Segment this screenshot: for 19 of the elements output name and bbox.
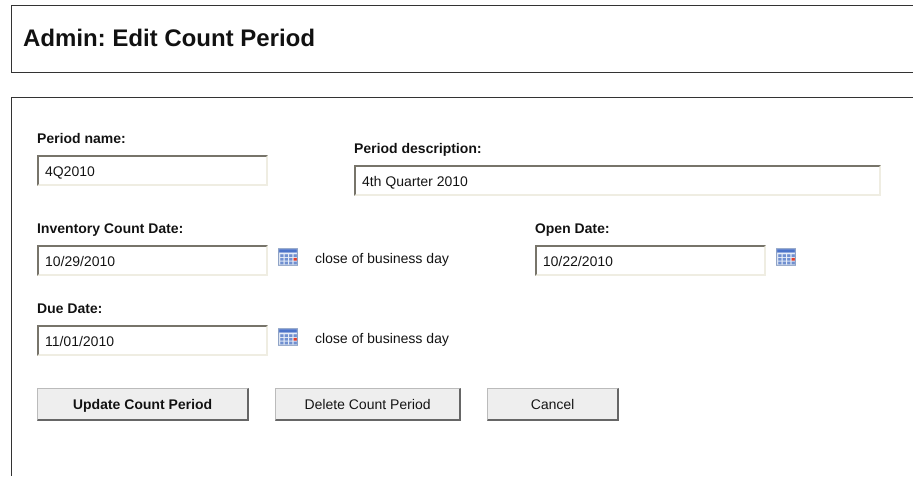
form-button[interactable]: Update Count Period bbox=[37, 388, 249, 421]
field-note: close of business day bbox=[315, 330, 449, 346]
date-field[interactable]: 10/29/2010 bbox=[37, 245, 268, 276]
field-label: Due Date: bbox=[37, 300, 104, 316]
page-title: Admin: Edit Count Period bbox=[23, 25, 315, 53]
calendar-icon[interactable] bbox=[776, 248, 796, 266]
calendar-icon[interactable] bbox=[278, 328, 298, 346]
date-field[interactable]: 10/22/2010 bbox=[534, 245, 766, 276]
field-label: Inventory Count Date: bbox=[37, 220, 184, 236]
form-button[interactable]: Delete Count Period bbox=[275, 388, 461, 421]
form-button[interactable]: Cancel bbox=[487, 388, 619, 421]
field-label: Period description: bbox=[354, 140, 483, 156]
field-label: Period name: bbox=[37, 130, 127, 146]
field-note: close of business day bbox=[315, 250, 449, 266]
text-field[interactable]: 4Q2010 bbox=[37, 155, 268, 186]
text-field[interactable]: 4th Quarter 2010 bbox=[354, 165, 881, 196]
field-label: Open Date: bbox=[534, 220, 611, 236]
date-field[interactable]: 11/01/2010 bbox=[37, 325, 268, 356]
calendar-icon[interactable] bbox=[278, 248, 298, 266]
